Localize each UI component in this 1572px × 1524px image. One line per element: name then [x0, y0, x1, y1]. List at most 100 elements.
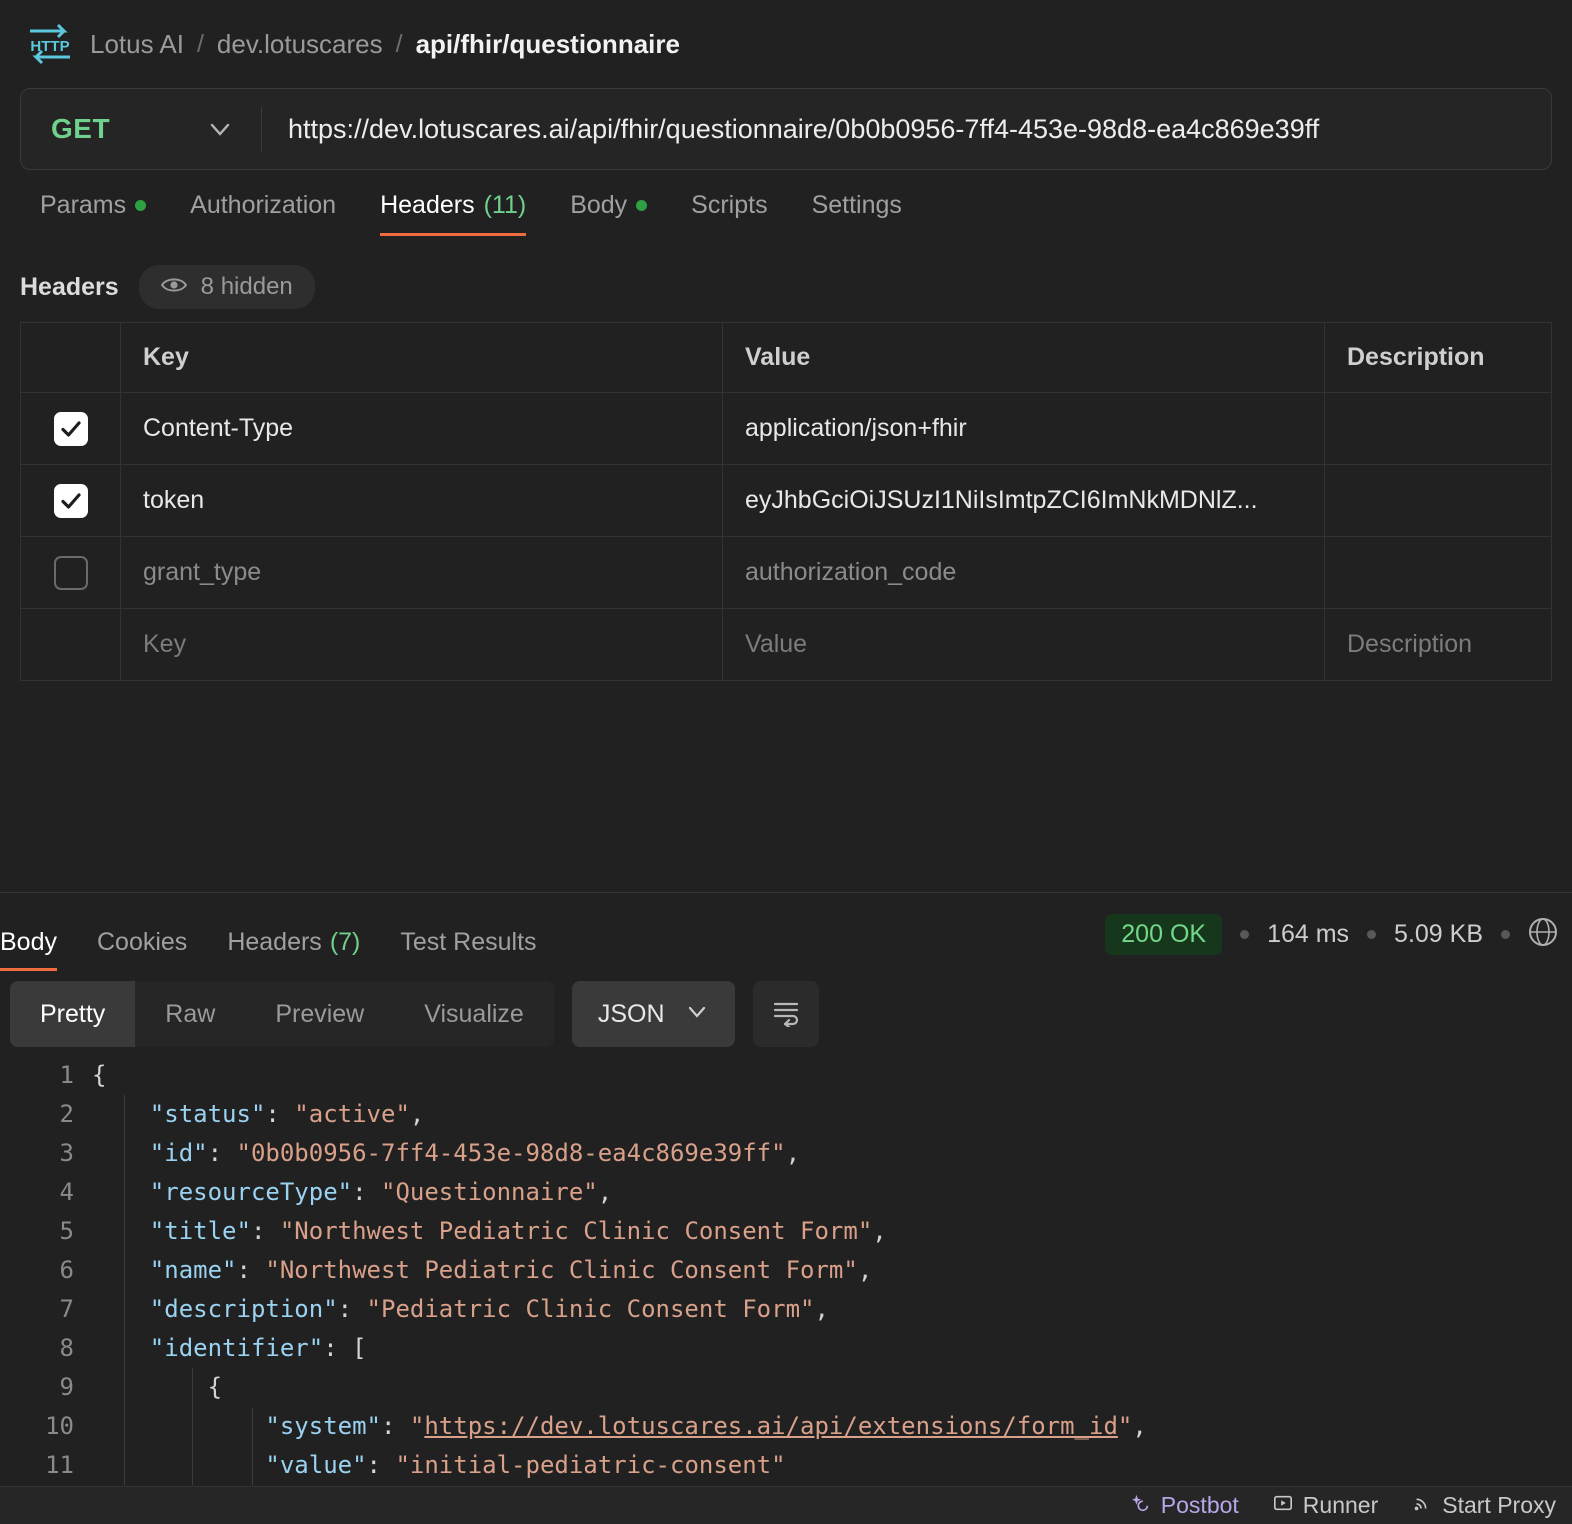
- tab-body[interactable]: Body: [548, 191, 669, 236]
- new-header-description-input[interactable]: Description: [1347, 630, 1472, 659]
- table-row[interactable]: token eyJhbGciOiJSUzI1NiIsImtpZCI6ImNkMD…: [21, 465, 1551, 537]
- tab-body-label: Body: [570, 191, 628, 219]
- code-line: 11 "value": "initial-pediatric-consent": [0, 1446, 1572, 1485]
- url-input[interactable]: https://dev.lotuscares.ai/api/fhir/quest…: [262, 89, 1551, 169]
- header-value[interactable]: application/json+fhir: [745, 414, 967, 443]
- column-header-key: Key: [143, 343, 189, 371]
- code-token-s: "Northwest Pediatric Clinic Consent Form…: [279, 1217, 873, 1245]
- table-row-empty[interactable]: Key Value Description: [21, 609, 1551, 681]
- format-preview[interactable]: Preview: [245, 981, 394, 1047]
- tab-params-label: Params: [40, 191, 127, 219]
- response-tab-body[interactable]: Body: [0, 928, 77, 971]
- code-token-k: "system": [265, 1412, 381, 1440]
- headers-table: Key Value Description Content-Type appli…: [20, 322, 1552, 681]
- tab-headers[interactable]: Headers (11): [358, 191, 548, 236]
- headers-section-header: Headers 8 hidden: [0, 236, 1572, 309]
- code-token-s: "0b0b0956-7ff4-453e-98d8-ea4c869e39ff": [236, 1139, 786, 1167]
- select-all-cell: [21, 323, 121, 392]
- method-selector[interactable]: GET: [21, 89, 261, 169]
- tab-scripts[interactable]: Scripts: [669, 191, 789, 236]
- indent-guide: [192, 1368, 193, 1485]
- start-proxy-button[interactable]: Start Proxy: [1412, 1492, 1556, 1519]
- code-text: {: [92, 1368, 222, 1407]
- breadcrumb-request[interactable]: api/fhir/questionnaire: [416, 29, 680, 60]
- runner-button[interactable]: Runner: [1273, 1492, 1378, 1519]
- headers-title: Headers: [20, 272, 119, 301]
- breadcrumb-separator-1: /: [196, 29, 204, 58]
- code-token-s: ": [1117, 1412, 1133, 1440]
- request-tabs: Params Authorization Headers (11) Body S…: [0, 170, 1572, 236]
- breadcrumb-collection[interactable]: dev.lotuscares: [217, 29, 383, 60]
- header-value[interactable]: authorization_code: [745, 558, 956, 587]
- format-toolbar: Pretty Raw Preview Visualize JSON: [0, 981, 819, 1047]
- new-header-key-input[interactable]: Key: [143, 630, 186, 659]
- table-row[interactable]: Content-Type application/json+fhir: [21, 393, 1551, 465]
- chevron-down-icon: [207, 116, 233, 142]
- wrap-lines-button[interactable]: [752, 981, 819, 1047]
- tab-authorization[interactable]: Authorization: [168, 191, 358, 236]
- meta-separator-dot-icon: [1501, 930, 1510, 939]
- code-token-k: "description": [149, 1295, 338, 1323]
- code-token-s: "Questionnaire": [381, 1178, 598, 1206]
- postbot-button[interactable]: Postbot: [1131, 1492, 1239, 1519]
- response-tab-test-results[interactable]: Test Results: [380, 928, 556, 971]
- row-checkbox-token[interactable]: [53, 483, 88, 518]
- response-size[interactable]: 5.09 KB: [1394, 920, 1483, 949]
- tab-settings[interactable]: Settings: [790, 191, 924, 236]
- response-meta: 200 OK 164 ms 5.09 KB: [1105, 914, 1558, 971]
- code-token-k: "value": [265, 1451, 367, 1479]
- header-value[interactable]: eyJhbGciOiJSUzI1NiIsImtpZCI6ImNkMDNlZ...: [745, 486, 1258, 515]
- code-token-p: ,: [857, 1256, 873, 1284]
- meta-separator-dot-icon: [1240, 930, 1250, 939]
- response-body-code[interactable]: 1{2 "status": "active", 3 "id": "0b0b0956…: [0, 1056, 1572, 1485]
- hidden-headers-label: 8 hidden: [200, 273, 293, 300]
- code-token-p: :: [236, 1256, 266, 1284]
- code-line: 3 "id": "0b0b0956-7ff4-453e-98d8-ea4c869…: [0, 1134, 1572, 1173]
- breadcrumb-workspace[interactable]: Lotus AI: [90, 29, 184, 60]
- code-text: "value": "initial-pediatric-consent": [92, 1446, 785, 1485]
- code-line: 7 "description": "Pediatric Clinic Conse…: [0, 1290, 1572, 1329]
- code-token-s: "active": [294, 1100, 410, 1128]
- response-tabs-row: Body Cookies Headers (7) Test Results 20…: [0, 893, 1572, 971]
- breadcrumb-bar: HTTP Lotus AI / dev.lotuscares / api/fhi…: [0, 0, 1572, 88]
- code-text: "description": "Pediatric Clinic Consent…: [92, 1290, 829, 1329]
- response-tab-headers[interactable]: Headers (7): [207, 928, 380, 971]
- response-tab-headers-count: (7): [329, 928, 361, 956]
- hidden-headers-toggle[interactable]: 8 hidden: [138, 265, 315, 309]
- code-token-k: "title": [149, 1217, 251, 1245]
- response-tab-test-results-label: Test Results: [400, 928, 537, 956]
- code-token-lnk[interactable]: https://dev.lotuscares.ai/api/extensions…: [424, 1412, 1118, 1440]
- table-row[interactable]: grant_type authorization_code: [21, 537, 1551, 609]
- modified-dot-icon: [636, 200, 648, 211]
- response-tab-cookies[interactable]: Cookies: [77, 928, 207, 971]
- header-key[interactable]: token: [143, 486, 204, 515]
- row-checkbox-content-type[interactable]: [53, 411, 88, 446]
- new-header-value-input[interactable]: Value: [745, 630, 807, 659]
- code-token-s: "Pediatric Clinic Consent Form": [366, 1295, 815, 1323]
- code-token-p: ,: [1132, 1412, 1147, 1440]
- code-text: "id": "0b0b0956-7ff4-453e-98d8-ea4c869e3…: [92, 1134, 800, 1173]
- eye-icon: [160, 273, 187, 301]
- row-checkbox-grant-type[interactable]: [53, 555, 88, 590]
- table-header-row: Key Value Description: [21, 323, 1551, 393]
- language-selector[interactable]: JSON: [571, 981, 735, 1047]
- response-tabs: Body Cookies Headers (7) Test Results: [0, 928, 557, 971]
- response-tab-headers-label: Headers: [227, 928, 322, 956]
- line-number: 10: [45, 1412, 74, 1440]
- broadcast-icon: [1412, 1492, 1432, 1519]
- status-badge[interactable]: 200 OK: [1105, 914, 1223, 955]
- play-box-icon: [1273, 1492, 1293, 1519]
- line-number: 6: [59, 1256, 74, 1284]
- line-number: 9: [59, 1373, 74, 1401]
- line-number: 1: [59, 1061, 74, 1089]
- globe-icon[interactable]: [1528, 917, 1558, 952]
- format-raw[interactable]: Raw: [135, 981, 245, 1047]
- code-text: "identifier": [: [92, 1329, 367, 1368]
- format-pretty[interactable]: Pretty: [10, 981, 136, 1047]
- header-key[interactable]: Content-Type: [143, 414, 293, 443]
- tab-params[interactable]: Params: [18, 191, 168, 236]
- postbot-label: Postbot: [1160, 1492, 1239, 1518]
- response-time[interactable]: 164 ms: [1267, 920, 1349, 949]
- format-visualize[interactable]: Visualize: [394, 981, 554, 1047]
- header-key[interactable]: grant_type: [143, 558, 261, 587]
